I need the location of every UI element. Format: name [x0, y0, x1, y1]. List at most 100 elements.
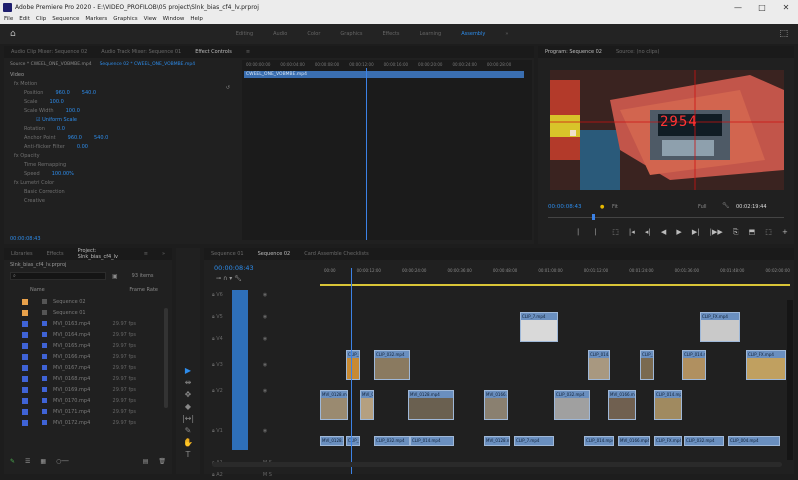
menu-help[interactable]: Help: [190, 16, 203, 22]
audio-clip[interactable]: CLIP_004.mp4: [346, 436, 360, 446]
effect-property-value[interactable]: 0.00: [77, 144, 88, 150]
video-clip[interactable]: CLIP_014.mp4: [640, 350, 654, 380]
add-marker-icon[interactable]: ●: [600, 204, 604, 210]
workspace-tab-effects[interactable]: Effects: [383, 31, 400, 37]
video-clip[interactable]: CLIP_014.mp4: [654, 390, 682, 420]
effect-property-value-2[interactable]: 540.0: [94, 135, 108, 141]
transport-button[interactable]: ⬒: [749, 228, 756, 237]
video-clip[interactable]: CLIP_014.mp4: [682, 350, 706, 380]
tab-audio-clip-mixer[interactable]: Audio Clip Mixer: Sequence 02: [11, 49, 87, 55]
menu-graphics[interactable]: Graphics: [113, 16, 137, 22]
menu-edit[interactable]: Edit: [19, 16, 30, 22]
transport-button[interactable]: ⎸: [595, 228, 602, 237]
effect-property-value[interactable]: 100.0: [49, 99, 63, 105]
workspace-tab-editing[interactable]: Editing: [236, 31, 253, 37]
track-select-tool-icon[interactable]: ⇹: [176, 378, 200, 390]
project-item[interactable]: MVI_0166.mp4 29.97 fps: [4, 351, 172, 362]
transport-button[interactable]: |◂: [629, 228, 635, 237]
panel-menu-icon[interactable]: ≡: [246, 49, 250, 55]
selection-tool-icon[interactable]: ▶: [176, 366, 200, 378]
video-clip[interactable]: MVI_0166.mp4: [484, 390, 508, 420]
workspace-overflow[interactable]: »: [505, 31, 508, 37]
mini-timeline-clip[interactable]: CWEEL_ONE_VOBMBE.mp4: [244, 71, 524, 78]
hand-tool-icon[interactable]: ✋: [176, 438, 200, 450]
video-clip[interactable]: MVI_0166.mp4: [360, 390, 374, 420]
type-tool-icon[interactable]: T: [176, 450, 200, 462]
project-item[interactable]: MVI_0172.mp4 29.97 fps: [4, 417, 172, 428]
project-item[interactable]: MVI_0169.mp4 29.97 fps: [4, 384, 172, 395]
ripple-edit-tool-icon[interactable]: ✥: [176, 390, 200, 402]
icon-view-icon[interactable]: ▦: [40, 458, 46, 465]
video-clip[interactable]: CLIP_FX.mp4: [700, 312, 740, 342]
project-overflow-icon[interactable]: »: [162, 251, 165, 257]
effect-property-row[interactable]: fx Motion: [10, 80, 236, 89]
audio-clip[interactable]: CLIP_014.mp4: [410, 436, 454, 446]
project-item[interactable]: MVI_0170.mp4 29.97 fps: [4, 395, 172, 406]
effect-property-value-2[interactable]: 540.0: [82, 90, 96, 96]
workspace-tab-graphics[interactable]: Graphics: [340, 31, 362, 37]
transport-button[interactable]: ▶: [676, 228, 681, 237]
project-item[interactable]: MVI_0164.mp4 29.97 fps: [4, 329, 172, 340]
effect-property-value[interactable]: 960.0: [68, 135, 82, 141]
project-item[interactable]: MVI_0168.mp4 29.97 fps: [4, 373, 172, 384]
home-icon[interactable]: ⌂: [10, 29, 16, 39]
effect-property-row[interactable]: fx Opacity: [10, 152, 236, 161]
razor-tool-icon[interactable]: ◆: [176, 402, 200, 414]
column-name[interactable]: Name: [30, 287, 45, 293]
menu-file[interactable]: File: [4, 16, 13, 22]
program-video-frame[interactable]: 2954: [550, 70, 784, 190]
menu-clip[interactable]: Clip: [36, 16, 46, 22]
audio-clip[interactable]: MVI_0128.mp4: [484, 436, 510, 446]
maximize-button[interactable]: □: [750, 3, 774, 12]
fit-dropdown[interactable]: Fit: [612, 204, 618, 210]
tab-effect-controls[interactable]: Effect Controls: [195, 49, 232, 55]
column-frame-rate[interactable]: Frame Rate: [129, 287, 158, 293]
effect-property-value[interactable]: 960.0: [55, 90, 69, 96]
timeline-playhead[interactable]: [351, 268, 352, 474]
new-item-icon[interactable]: ▤: [143, 458, 149, 465]
audio-clip[interactable]: MVI_0166.mp4: [618, 436, 650, 446]
effect-property-row[interactable]: Scale 100.0: [10, 98, 236, 107]
workspace-tab-assembly[interactable]: Assembly: [461, 31, 485, 37]
effect-property-row[interactable]: Creative: [10, 197, 236, 206]
project-search-input[interactable]: ⌕: [10, 272, 106, 280]
program-scrubber[interactable]: [548, 214, 784, 220]
video-clip[interactable]: CLIP_004.mp4: [346, 350, 360, 380]
tab-effects[interactable]: Effects: [47, 251, 64, 257]
effect-property-row[interactable]: Anchor Point 960.0 540.0: [10, 134, 236, 143]
project-item[interactable]: MVI_0163.mp4 29.97 fps: [4, 318, 172, 329]
zoom-slider[interactable]: ○──: [56, 458, 68, 465]
mini-timeline-playhead[interactable]: [366, 68, 367, 240]
transport-button[interactable]: ▶|: [692, 228, 700, 237]
effect-property-row[interactable]: Basic Correction: [10, 188, 236, 197]
transport-button[interactable]: ⬚: [612, 228, 619, 237]
effect-property-row[interactable]: Anti-flicker Filter 0.00: [10, 143, 236, 152]
transport-button[interactable]: ◀: [661, 228, 666, 237]
minimize-button[interactable]: —: [726, 3, 750, 12]
menu-window[interactable]: Window: [163, 16, 185, 22]
audio-clip[interactable]: MVI_0128.mp4: [320, 436, 344, 446]
effect-controls-timecode[interactable]: 00:00:08:43: [10, 236, 41, 242]
video-clip[interactable]: MVI_0166.mp4: [608, 390, 636, 420]
effect-property-row[interactable]: Scale Width 100.0: [10, 107, 236, 116]
tab-audio-track-mixer[interactable]: Audio Track Mixer: Sequence 01: [101, 49, 181, 55]
menu-markers[interactable]: Markers: [85, 16, 107, 22]
slip-tool-icon[interactable]: |↔|: [176, 414, 200, 426]
effect-property-row[interactable]: Position 960.0 540.0: [10, 89, 236, 98]
tab-program-sequence[interactable]: Program: Sequence 02: [545, 49, 602, 55]
pencil-icon[interactable]: ✎: [10, 458, 15, 465]
transport-button[interactable]: |▶▶: [710, 228, 723, 237]
video-clip[interactable]: MVI_0128.mp4: [408, 390, 454, 420]
project-item[interactable]: MVI_0171.mp4 29.97 fps: [4, 406, 172, 417]
workspace-tab-color[interactable]: Color: [307, 31, 320, 37]
video-clip[interactable]: CLIP_7.mp4: [520, 312, 558, 342]
transport-button[interactable]: ⬚: [765, 228, 772, 237]
audio-clip[interactable]: CLIP_FX.mp4: [654, 436, 682, 446]
source-clip-label[interactable]: Source * CWEEL_ONE_VOBMBE.mp4: [10, 62, 92, 67]
settings-wrench-icon[interactable]: 🔧︎: [722, 202, 730, 209]
transport-button[interactable]: ⎘: [733, 228, 739, 237]
audio-clip[interactable]: CLIP_7.mp4: [514, 436, 554, 446]
new-bin-icon[interactable]: ▣: [112, 273, 118, 280]
project-item[interactable]: MVI_0165.mp4 29.97 fps: [4, 340, 172, 351]
workspace-tab-audio[interactable]: Audio: [273, 31, 287, 37]
